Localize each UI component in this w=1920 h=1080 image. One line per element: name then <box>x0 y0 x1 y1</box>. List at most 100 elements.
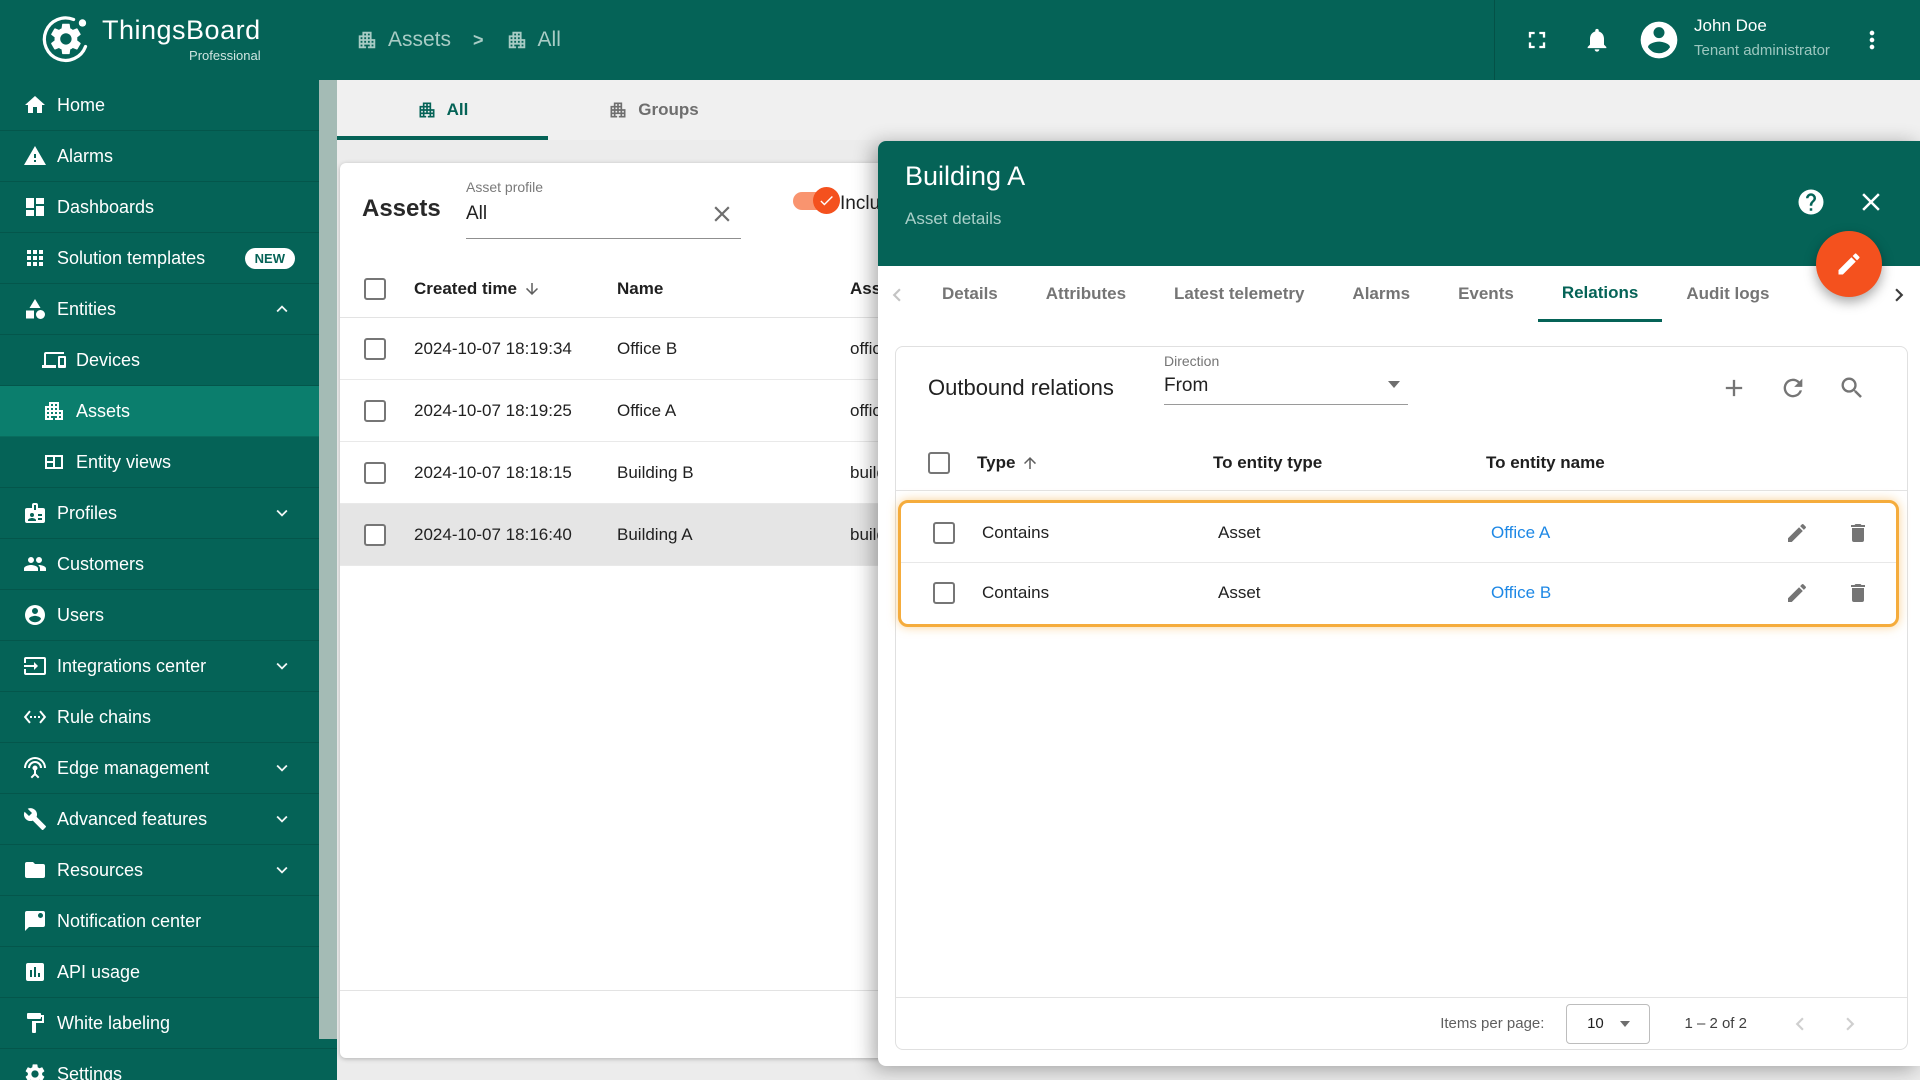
tab-latest-telemetry[interactable]: Latest telemetry <box>1150 266 1328 322</box>
sidebar-scrollbar[interactable] <box>319 80 337 1039</box>
sidebar-item-customers[interactable]: Customers <box>0 539 337 590</box>
select-all-checkbox[interactable] <box>364 277 386 300</box>
fullscreen-icon[interactable] <box>1523 26 1551 54</box>
tab-attributes[interactable]: Attributes <box>1022 266 1150 322</box>
notifications-bell-icon[interactable] <box>1583 26 1611 54</box>
badge-icon <box>23 501 47 525</box>
tab-events[interactable]: Events <box>1434 266 1538 322</box>
sidebar-item-label: Notification center <box>57 910 202 931</box>
add-relation-icon[interactable] <box>1720 374 1748 402</box>
sidebar-item-label: API usage <box>57 961 141 982</box>
sidebar-item-settings[interactable]: Settings <box>0 1049 337 1080</box>
row-checkbox[interactable] <box>364 461 386 484</box>
user-avatar[interactable] <box>1637 18 1681 62</box>
column-type[interactable]: Type <box>977 453 1039 473</box>
page-size-select[interactable]: 10 <box>1566 1003 1651 1044</box>
close-icon[interactable] <box>1856 187 1886 217</box>
tab-details[interactable]: Details <box>918 266 1022 322</box>
column-name[interactable]: Name <box>617 279 663 299</box>
sidebar-item-rule-chains[interactable]: Rule chains <box>0 692 337 743</box>
breadcrumb: Assets > All <box>356 0 561 80</box>
sidebar-item-profiles[interactable]: Profiles <box>0 488 337 539</box>
pagination-bar: Items per page: 10 1 – 2 of 2 <box>896 997 1907 1049</box>
select-all-checkbox[interactable] <box>928 452 950 474</box>
delete-relation-icon[interactable] <box>1846 581 1870 605</box>
entity-link[interactable]: Office B <box>1491 583 1551 603</box>
next-page-icon[interactable] <box>1837 1011 1863 1037</box>
brand-edition: Professional <box>189 48 261 63</box>
breadcrumb-current-label: All <box>537 28 561 51</box>
row-checkbox[interactable] <box>933 521 955 544</box>
tools-icon <box>23 807 47 831</box>
tab-all[interactable]: All <box>337 80 548 140</box>
category-icon <box>23 297 47 321</box>
sidebar-item-api-usage[interactable]: API usage <box>0 947 337 998</box>
sidebar-item-home[interactable]: Home <box>0 80 337 131</box>
sidebar-item-white-labeling[interactable]: White labeling <box>0 998 337 1049</box>
chat-notification-icon <box>23 909 47 933</box>
antenna-icon <box>23 756 47 780</box>
edit-relation-icon[interactable] <box>1785 521 1809 545</box>
cell-created-time: 2024-10-07 18:19:34 <box>414 338 572 358</box>
tab-alarms[interactable]: Alarms <box>1328 266 1434 322</box>
cell-created-time: 2024-10-07 18:19:25 <box>414 400 572 420</box>
sidebar-item-label: Home <box>57 94 106 115</box>
sidebar-item-assets[interactable]: Assets <box>0 386 337 437</box>
app-logo[interactable]: ThingsBoard Professional <box>40 13 261 65</box>
user-name: John Doe <box>1694 16 1767 35</box>
tab-groups[interactable]: Groups <box>548 80 759 140</box>
sidebar-item-resources[interactable]: Resources <box>0 845 337 896</box>
dashboard-icon <box>23 195 47 219</box>
relation-row[interactable]: Contains Asset Office A <box>901 503 1896 563</box>
sidebar-item-users[interactable]: Users <box>0 590 337 641</box>
sidebar-item-devices[interactable]: Devices <box>0 335 337 386</box>
apps-grid-icon <box>23 246 47 270</box>
breadcrumb-all[interactable]: All <box>506 28 561 52</box>
column-to-entity-type[interactable]: To entity type <box>1213 453 1322 473</box>
relations-actions <box>1720 374 1866 402</box>
asset-profile-filter-value: All <box>466 203 488 224</box>
tabs-scroll-right-icon[interactable] <box>1886 282 1912 308</box>
relation-row[interactable]: Contains Asset Office B <box>901 563 1896 623</box>
direction-select[interactable]: Direction From <box>1164 353 1408 405</box>
entity-link[interactable]: Office A <box>1491 523 1550 543</box>
chevron-down-icon <box>271 859 293 881</box>
sidebar-item-entities[interactable]: Entities <box>0 284 337 335</box>
sidebar-item-alarms[interactable]: Alarms <box>0 131 337 182</box>
sidebar-item-dashboards[interactable]: Dashboards <box>0 182 337 233</box>
delete-relation-icon[interactable] <box>1846 521 1870 545</box>
tab-audit-logs[interactable]: Audit logs <box>1662 266 1793 322</box>
column-created-time[interactable]: Created time <box>414 279 541 299</box>
tab-all-label: All <box>446 100 469 119</box>
column-to-entity-name[interactable]: To entity name <box>1486 453 1605 473</box>
cell-name: Office A <box>617 400 677 420</box>
row-checkbox[interactable] <box>364 399 386 422</box>
refresh-icon[interactable] <box>1779 374 1807 402</box>
search-icon[interactable] <box>1838 374 1866 402</box>
toggle-knob <box>813 187 840 214</box>
breadcrumb-assets[interactable]: Assets <box>356 28 451 52</box>
sidebar-item-entity-views[interactable]: Entity views <box>0 437 337 488</box>
sidebar-item-edge-management[interactable]: Edge management <box>0 743 337 794</box>
account-circle-icon <box>23 603 47 627</box>
format-paint-icon <box>23 1011 47 1035</box>
row-checkbox[interactable] <box>364 523 386 546</box>
sidebar-item-integrations-center[interactable]: Integrations center <box>0 641 337 692</box>
tab-relations[interactable]: Relations <box>1537 266 1663 322</box>
sidebar-item-solution-templates[interactable]: Solution templates NEW <box>0 233 337 284</box>
edit-fab-button[interactable] <box>1816 231 1882 297</box>
row-checkbox[interactable] <box>933 582 955 604</box>
clear-filter-icon[interactable] <box>709 201 735 227</box>
previous-page-icon[interactable] <box>1787 1011 1813 1037</box>
row-checkbox[interactable] <box>364 337 386 360</box>
more-vert-icon[interactable] <box>1858 26 1886 54</box>
asset-profile-filter[interactable]: Asset profile All <box>466 177 741 239</box>
help-icon[interactable] <box>1796 187 1826 217</box>
sidebar-item-advanced-features[interactable]: Advanced features <box>0 794 337 845</box>
relations-table-header: Type To entity type To entity name <box>896 436 1907 491</box>
chevron-up-icon <box>271 298 293 320</box>
sidebar-item-label: Settings <box>57 1063 123 1080</box>
edit-relation-icon[interactable] <box>1785 581 1809 605</box>
sidebar-item-notification-center[interactable]: Notification center <box>0 896 337 947</box>
include-customers-toggle[interactable] <box>793 187 840 214</box>
